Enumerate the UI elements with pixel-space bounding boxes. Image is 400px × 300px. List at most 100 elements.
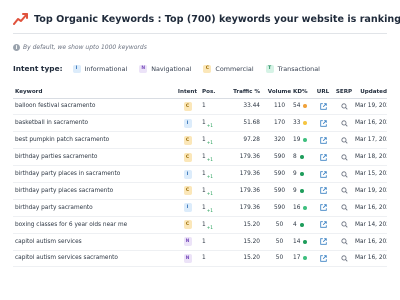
traffic-cell: 179.36	[232, 148, 266, 167]
position-value: 1	[202, 255, 206, 262]
kd-value: 14	[293, 238, 301, 245]
intent-cell: N	[173, 250, 202, 268]
traffic-cell: 51.68	[232, 114, 266, 133]
header-divider	[13, 33, 387, 34]
position-change: +1	[206, 225, 214, 231]
kd-value: 4	[293, 221, 297, 228]
keyword-cell[interactable]: best pumpkin patch sacramento	[13, 131, 173, 150]
kd-cell: 19	[293, 131, 313, 150]
position-change: +1	[206, 158, 214, 164]
keyword-cell[interactable]: birthday party places in sacramento	[13, 165, 173, 183]
updated-cell: Mar 16, 2024	[355, 250, 387, 268]
search-icon[interactable]	[340, 255, 348, 262]
search-icon[interactable]	[340, 120, 348, 127]
col-intent[interactable]: Intent	[173, 86, 202, 99]
position-value: 1	[202, 120, 206, 127]
url-cell	[313, 233, 333, 251]
url-cell	[313, 148, 333, 167]
search-icon[interactable]	[340, 221, 348, 228]
keyword-cell[interactable]: capitol autism services sacramento	[13, 250, 173, 268]
search-icon[interactable]	[340, 238, 348, 245]
keyword-cell[interactable]: capitol autism services	[13, 233, 173, 251]
intent-badge: I	[183, 169, 192, 179]
kd-cell: 9	[293, 165, 313, 183]
table-row: birthday party places in sacramento I 1 +1 1…	[13, 165, 387, 183]
position-change: +1	[206, 141, 214, 147]
kd-value: 9	[293, 171, 297, 177]
kd-cell: 4	[293, 216, 313, 234]
search-icon[interactable]	[340, 170, 348, 178]
external-link-icon[interactable]	[319, 255, 327, 262]
serp-cell	[333, 148, 355, 167]
intent-filter-informational[interactable]: I Informational	[72, 64, 127, 73]
serp-cell	[333, 182, 355, 200]
search-icon[interactable]	[340, 137, 348, 144]
external-link-icon[interactable]	[319, 187, 327, 195]
intent-filter-label-text: Transactional	[277, 64, 320, 73]
position-value: 1	[202, 137, 206, 144]
search-icon[interactable]	[340, 204, 348, 211]
search-icon[interactable]	[340, 103, 348, 110]
intent-filter-commercial[interactable]: C Commercial	[203, 64, 254, 73]
intent-badge: C	[183, 220, 192, 230]
serp-cell	[333, 165, 355, 183]
kd-indicator	[303, 256, 308, 261]
search-icon[interactable]	[340, 154, 348, 161]
col-traffic[interactable]: Traffic %	[232, 86, 266, 99]
external-link-icon[interactable]	[319, 136, 327, 144]
intent-legend: I Informational N Navigational C Commercial T T…	[72, 64, 332, 73]
position-cell: 1	[202, 98, 232, 116]
intent-filter-navigational[interactable]: N Navigational	[139, 64, 191, 73]
intent-filter-label-text: Commercial	[215, 64, 254, 73]
kd-value: 17	[293, 255, 301, 262]
url-cell	[313, 182, 333, 200]
col-volume[interactable]: Volume	[266, 86, 293, 99]
volume-cell: 590	[266, 148, 293, 167]
search-icon[interactable]	[340, 187, 348, 195]
keyword-cell[interactable]: birthday party places sacramento	[13, 182, 173, 200]
keyword-cell[interactable]: birthday parties sacramento	[13, 148, 173, 167]
keyword-cell[interactable]: boxing classes for 6 year olds near me	[13, 216, 173, 234]
kd-indicator	[303, 104, 308, 109]
external-link-icon[interactable]	[319, 238, 327, 245]
external-link-icon[interactable]	[319, 103, 327, 110]
col-kd[interactable]: KD%	[293, 86, 313, 99]
keyword-cell[interactable]: basketball in sacramento	[13, 114, 173, 133]
traffic-cell: 179.36	[232, 199, 266, 217]
updated-cell: Mar 18, 2024	[355, 148, 387, 167]
col-url: URL	[313, 86, 333, 99]
url-cell	[313, 165, 333, 183]
updated-cell: Mar 16, 2024	[355, 199, 387, 217]
external-link-icon[interactable]	[319, 170, 327, 178]
url-cell	[313, 98, 333, 116]
col-pos[interactable]: Pos.	[202, 86, 232, 99]
col-updated[interactable]: Updated	[355, 86, 387, 99]
position-value: 1	[202, 171, 206, 177]
traffic-cell: 179.36	[232, 182, 266, 200]
position-change: +1	[206, 208, 214, 214]
table-row: birthday parties sacramento C 1 +1 179.36 590…	[13, 148, 387, 167]
traffic-cell: 179.36	[232, 165, 266, 183]
serp-cell	[333, 216, 355, 234]
external-link-icon[interactable]	[319, 204, 327, 212]
kd-indicator	[299, 172, 304, 176]
external-link-icon[interactable]	[319, 153, 327, 161]
trending-up-icon	[13, 13, 28, 25]
intent-badge: C	[183, 101, 192, 111]
keyword-cell[interactable]: balloon festival sacramento	[13, 98, 173, 116]
col-keyword[interactable]: Keyword	[13, 86, 173, 99]
keyword-cell[interactable]: birthday party sacramento	[13, 199, 173, 217]
external-link-icon[interactable]	[319, 120, 327, 127]
kd-indicator	[299, 155, 304, 160]
intent-cell: C	[173, 148, 202, 167]
intent-filter-transactional[interactable]: T Transactional	[265, 64, 320, 73]
info-icon: i	[13, 44, 20, 51]
position-cell: 1	[202, 250, 232, 268]
external-link-icon[interactable]	[319, 221, 327, 228]
position-cell: 1 +1	[202, 131, 232, 150]
intent-badge: C	[183, 186, 192, 196]
position-cell: 1 +1	[202, 199, 232, 217]
page-title: Top Organic Keywords : Top (700) keyword…	[34, 13, 400, 25]
kd-indicator	[303, 239, 308, 244]
intent-cell: C	[173, 131, 202, 150]
